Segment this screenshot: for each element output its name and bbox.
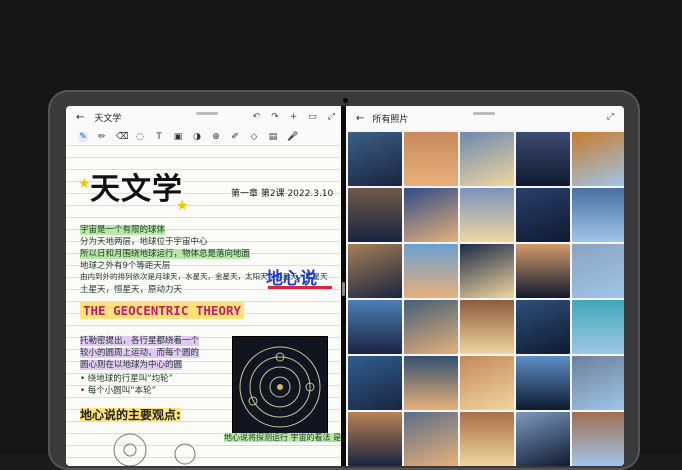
notes-titlebar: ← 天文学 ↶ ↷ + ▭ ⤢ (66, 106, 341, 128)
back-arrow-icon[interactable]: ← (76, 112, 84, 123)
fullscreen-icon[interactable]: ⤢ (328, 112, 335, 122)
divider-handle[interactable] (342, 282, 345, 296)
gallery-title: 所有照片 (372, 114, 409, 125)
note-heading: 天文学 (90, 172, 183, 207)
pen-icon[interactable]: ✎ (78, 131, 88, 142)
chapter-date: 第一章 第2课 2022.3.10 (231, 189, 334, 199)
orbit-sketch (113, 433, 196, 466)
undo-icon[interactable]: ↶ (253, 112, 261, 122)
image-caption: 地心说将探测运行 宇宙的看法 是“球”的! (224, 432, 341, 443)
photo-thumbnail[interactable] (348, 244, 402, 298)
window-drag-handle[interactable] (196, 112, 218, 115)
highlighter-icon[interactable]: ✐ (230, 132, 240, 142)
photo-thumbnail[interactable] (516, 356, 570, 410)
geocentric-diagram-image[interactable] (232, 336, 328, 436)
back-arrow-icon[interactable]: ← (356, 113, 364, 124)
tablet-screen: ← 天文学 ↶ ↷ + ▭ ⤢ ✎ ✏ ⌫ ◌ T ▣ ◑ ⊕ ✐ ◇ ▤ 🎤 (66, 106, 624, 466)
window-drag-handle[interactable] (473, 112, 495, 115)
photo-thumbnail[interactable] (460, 244, 514, 298)
photo-thumbnail[interactable] (348, 188, 402, 242)
shape-icon[interactable]: ◑ (192, 132, 202, 142)
text-icon[interactable]: T (154, 132, 164, 142)
photo-thumbnail[interactable] (516, 412, 570, 466)
photo-thumbnail[interactable] (348, 412, 402, 466)
key-points-heading: 地心说的主要观点: (80, 408, 181, 422)
photo-thumbnail[interactable] (516, 300, 570, 354)
note-line: 所以日和月围绕地球运行，物体总是落向地面 (80, 249, 251, 259)
photo-thumbnail[interactable] (516, 244, 570, 298)
note-line: 地球之外有9个等距天层 (80, 261, 171, 271)
photo-grid (348, 132, 624, 466)
photo-thumbnail[interactable] (460, 300, 514, 354)
photo-thumbnail[interactable] (460, 412, 514, 466)
photo-thumbnail[interactable] (348, 132, 402, 186)
notes-window-tools: ↶ ↷ + ▭ ⤢ (253, 106, 335, 128)
photo-thumbnail[interactable] (404, 300, 458, 354)
underline-stroke (268, 286, 332, 289)
notes-title: 天文学 (94, 113, 122, 124)
photo-thumbnail[interactable] (460, 132, 514, 186)
ruler-icon[interactable]: ▤ (268, 132, 278, 142)
shape2-icon[interactable]: ◇ (249, 132, 259, 142)
photo-thumbnail[interactable] (404, 188, 458, 242)
zoom-icon[interactable]: ⊕ (211, 132, 221, 142)
photo-thumbnail[interactable] (348, 300, 402, 354)
bullet-line: • 每个小圆叫“本轮” (80, 386, 157, 396)
geocentric-title: THE GEOCENTRIC THEORY (80, 302, 245, 319)
star-icon: ★ (78, 176, 91, 192)
fullscreen-icon[interactable]: ⤢ (607, 112, 614, 122)
eraser-icon[interactable]: ⌫ (116, 132, 129, 142)
photo-thumbnail[interactable] (572, 356, 624, 410)
photo-thumbnail[interactable] (404, 132, 458, 186)
note-line: 圆心则在以地球为中心的圆 (80, 360, 183, 370)
notes-app: ← 天文学 ↶ ↷ + ▭ ⤢ ✎ ✏ ⌫ ◌ T ▣ ◑ ⊕ ✐ ◇ ▤ 🎤 (66, 106, 341, 466)
mic-icon[interactable]: 🎤 (287, 132, 298, 142)
note-line: 分为天地两层，地球位于宇宙中心 (80, 237, 208, 247)
gallery-titlebar: ← 所有照片 ⤢ (346, 106, 624, 130)
note-line: 土星天，恒星天，原动力天 (80, 285, 183, 295)
note-line: 托勒密提出，各行星都绕着一个 (80, 336, 200, 346)
photo-thumbnail[interactable] (572, 244, 624, 298)
bullet-line: • 绕地球的行星叫“均轮” (80, 374, 174, 384)
photo-thumbnail[interactable] (404, 356, 458, 410)
image-icon[interactable]: ▣ (173, 132, 183, 142)
add-icon[interactable]: + (290, 112, 298, 122)
photo-thumbnail[interactable] (572, 412, 624, 466)
photo-thumbnail[interactable] (572, 132, 624, 186)
photo-thumbnail[interactable] (460, 188, 514, 242)
photo-thumbnail[interactable] (348, 356, 402, 410)
photo-thumbnail[interactable] (516, 188, 570, 242)
note-line: 较小的圆周上运动，而每个圆的 (80, 348, 200, 358)
gallery-app: ← 所有照片 ⤢ (346, 106, 624, 466)
notes-toolbar: ✎ ✏ ⌫ ◌ T ▣ ◑ ⊕ ✐ ◇ ▤ 🎤 (66, 128, 341, 146)
photo-thumbnail[interactable] (404, 412, 458, 466)
pages-icon[interactable]: ▭ (308, 112, 317, 122)
note-line: 宇宙是一个有限的球体 (80, 225, 166, 235)
redo-icon[interactable]: ↷ (271, 112, 279, 122)
photo-thumbnail[interactable] (460, 356, 514, 410)
photo-thumbnail[interactable] (404, 244, 458, 298)
photo-thumbnail[interactable] (572, 300, 624, 354)
photo-thumbnail[interactable] (516, 132, 570, 186)
front-camera (343, 98, 348, 103)
pencil-icon[interactable]: ✏ (97, 132, 107, 142)
photo-thumbnail[interactable] (572, 188, 624, 242)
lasso-icon[interactable]: ◌ (135, 132, 145, 142)
